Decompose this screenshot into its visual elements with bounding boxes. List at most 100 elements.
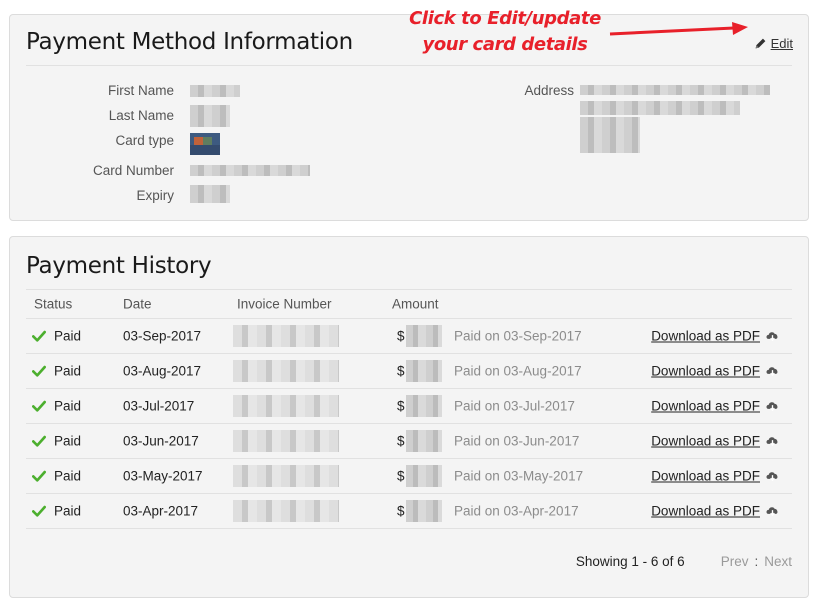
card-number-value xyxy=(190,165,310,176)
col-date-header: Date xyxy=(123,296,152,312)
pager-next[interactable]: Next xyxy=(764,554,792,569)
paid-on-cell: Paid on 03-Sep-2017 xyxy=(454,328,582,344)
table-row: Paid 03-Apr-2017 $ Paid on 03-Apr-2017 D… xyxy=(26,494,792,529)
status-label: Paid xyxy=(54,328,82,344)
check-icon xyxy=(32,435,46,447)
download-pdf[interactable]: Download as PDF xyxy=(651,469,780,484)
cloud-download-icon[interactable] xyxy=(765,400,780,413)
last-name-value xyxy=(190,105,230,127)
table-header: Status Date Invoice Number Amount xyxy=(26,289,792,319)
download-pdf-link[interactable]: Download as PDF xyxy=(651,399,760,414)
payment-history-title: Payment History xyxy=(26,253,212,279)
amount-value xyxy=(406,360,442,382)
check-icon xyxy=(32,505,46,517)
invoice-number-value xyxy=(233,395,339,417)
status-label: Paid xyxy=(54,363,82,379)
invoice-number-value xyxy=(233,500,339,522)
table-row: Paid 03-May-2017 $ Paid on 03-May-2017 D… xyxy=(26,459,792,494)
download-pdf[interactable]: Download as PDF xyxy=(651,399,780,414)
paid-on-cell: Paid on 03-Jul-2017 xyxy=(454,398,575,414)
paid-on-cell: Paid on 03-Jun-2017 xyxy=(454,433,580,449)
cloud-download-icon[interactable] xyxy=(765,365,780,378)
download-pdf-link[interactable]: Download as PDF xyxy=(651,364,760,379)
col-status-header: Status xyxy=(34,296,73,312)
cloud-download-icon[interactable] xyxy=(765,330,780,343)
cloud-download-icon[interactable] xyxy=(765,470,780,483)
currency-symbol: $ xyxy=(397,398,405,414)
card-type-label: Card type xyxy=(115,133,174,148)
status-label: Paid xyxy=(54,433,82,449)
address-line-2 xyxy=(580,101,740,115)
currency-symbol: $ xyxy=(397,433,405,449)
edit-callout: Click to Edit/update your card details xyxy=(409,8,601,55)
download-pdf-link[interactable]: Download as PDF xyxy=(651,434,760,449)
amount-value xyxy=(406,395,442,417)
download-pdf-link[interactable]: Download as PDF xyxy=(651,504,760,519)
address-line-1 xyxy=(580,85,770,95)
currency-symbol: $ xyxy=(397,503,405,519)
download-pdf[interactable]: Download as PDF xyxy=(651,364,780,379)
amount-value xyxy=(406,500,442,522)
pager-showing: Showing 1 - 6 of 6 xyxy=(575,554,685,569)
amount-value xyxy=(406,465,442,487)
invoice-number-value xyxy=(233,430,339,452)
status-label: Paid xyxy=(54,398,82,414)
status-label: Paid xyxy=(54,468,82,484)
date-cell: 03-Sep-2017 xyxy=(123,328,202,344)
date-cell: 03-Jun-2017 xyxy=(123,433,199,449)
col-amount-header: Amount xyxy=(392,296,439,312)
pager: Showing 1 - 6 of 6 Prev : Next xyxy=(576,554,792,569)
status-label: Paid xyxy=(54,503,82,519)
check-icon xyxy=(32,365,46,377)
history-table: Status Date Invoice Number Amount Paid 0… xyxy=(26,289,792,529)
invoice-number-value xyxy=(233,325,339,347)
download-pdf-link[interactable]: Download as PDF xyxy=(651,469,760,484)
address-label: Address xyxy=(524,83,574,98)
table-row: Paid 03-Jul-2017 $ Paid on 03-Jul-2017 D… xyxy=(26,389,792,424)
table-row: Paid 03-Jun-2017 $ Paid on 03-Jun-2017 D… xyxy=(26,424,792,459)
card-number-label: Card Number xyxy=(92,163,174,178)
cloud-download-icon[interactable] xyxy=(765,435,780,448)
currency-symbol: $ xyxy=(397,363,405,379)
edit-label: Edit xyxy=(770,36,793,51)
download-pdf[interactable]: Download as PDF xyxy=(651,329,780,344)
amount-value xyxy=(406,325,442,347)
download-pdf[interactable]: Download as PDF xyxy=(651,434,780,449)
title-divider xyxy=(26,65,792,66)
table-row: Paid 03-Aug-2017 $ Paid on 03-Aug-2017 D… xyxy=(26,354,792,389)
invoice-number-value xyxy=(233,465,339,487)
download-pdf-link[interactable]: Download as PDF xyxy=(651,329,760,344)
currency-symbol: $ xyxy=(397,328,405,344)
amount-value xyxy=(406,430,442,452)
currency-symbol: $ xyxy=(397,468,405,484)
payment-method-title: Payment Method Information xyxy=(26,29,353,55)
first-name-value xyxy=(190,85,240,97)
invoice-number-value xyxy=(233,360,339,382)
check-icon xyxy=(32,330,46,342)
table-row: Paid 03-Sep-2017 $ Paid on 03-Sep-2017 D… xyxy=(26,319,792,354)
check-icon xyxy=(32,400,46,412)
pager-separator: : xyxy=(754,554,759,569)
cloud-download-icon[interactable] xyxy=(765,505,780,518)
edit-link[interactable]: Edit xyxy=(754,36,793,51)
pencil-icon xyxy=(755,38,765,49)
paid-on-cell: Paid on 03-May-2017 xyxy=(454,468,584,484)
date-cell: 03-May-2017 xyxy=(123,468,203,484)
date-cell: 03-Aug-2017 xyxy=(123,363,202,379)
expiry-label: Expiry xyxy=(136,188,174,203)
address-line-3 xyxy=(580,117,640,153)
paid-on-cell: Paid on 03-Apr-2017 xyxy=(454,503,579,519)
arrow-icon xyxy=(609,22,748,36)
first-name-label: First Name xyxy=(107,83,174,98)
date-cell: 03-Apr-2017 xyxy=(123,503,199,519)
payment-history-panel: Payment History Status Date Invoice Numb… xyxy=(9,236,809,598)
card-type-value xyxy=(190,133,220,155)
pager-prev[interactable]: Prev xyxy=(721,554,749,569)
expiry-value xyxy=(190,185,230,203)
download-pdf[interactable]: Download as PDF xyxy=(651,504,780,519)
col-invoice-header: Invoice Number xyxy=(237,296,332,312)
paid-on-cell: Paid on 03-Aug-2017 xyxy=(454,363,582,379)
last-name-label: Last Name xyxy=(108,108,174,123)
date-cell: 03-Jul-2017 xyxy=(123,398,195,414)
check-icon xyxy=(32,470,46,482)
